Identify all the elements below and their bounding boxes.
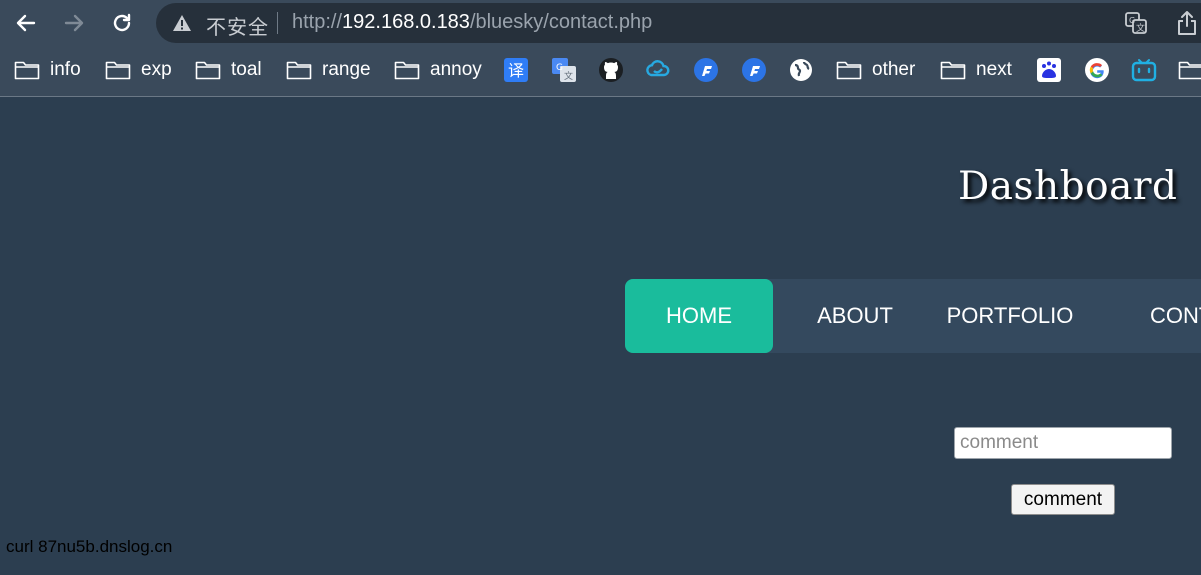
fofa-icon-2[interactable] (741, 57, 767, 83)
bookmark-folder-annoy[interactable]: annoy (394, 56, 482, 84)
folder-icon (940, 61, 966, 80)
url-text[interactable]: http://192.168.0.183/bluesky/contact.php (292, 11, 652, 34)
svg-text:文: 文 (564, 70, 573, 82)
bookmark-label: other (872, 59, 916, 80)
globe-icon[interactable] (788, 57, 814, 83)
url-scheme: http:// (292, 11, 343, 33)
bookmark-label: exp (141, 59, 172, 80)
bookmarks-bar: info exp toal range annoy 译 G文 other nex… (0, 46, 1201, 97)
bookmark-folder-toal[interactable]: toal (195, 56, 262, 84)
bookmark-folder-other[interactable]: other (836, 56, 915, 84)
url-host: 192.168.0.183 (342, 11, 470, 33)
address-divider (277, 12, 278, 34)
translate-bookmark-icon[interactable]: 译 (503, 57, 529, 83)
folder-icon (14, 61, 40, 80)
bookmark-folder-info[interactable]: info (14, 56, 81, 84)
folder-icon (195, 61, 221, 80)
bilibili-icon[interactable] (1131, 57, 1157, 83)
command-output-text: curl 87nu5b.dnslog.cn (6, 537, 173, 556)
reload-button[interactable] (107, 8, 137, 38)
github-icon[interactable] (598, 57, 624, 83)
translate-page-icon[interactable]: G文 (1124, 11, 1148, 40)
google-icon[interactable] (1084, 57, 1110, 83)
comment-submit-button[interactable]: comment (1011, 484, 1115, 515)
security-label[interactable]: 不安全 (206, 11, 269, 40)
fofa-icon[interactable] (693, 57, 719, 83)
share-icon[interactable] (1176, 10, 1198, 41)
google-translate-icon[interactable]: G文 (551, 57, 577, 83)
forward-button[interactable] (59, 8, 89, 38)
page-title: Dashboard (958, 164, 1178, 209)
bookmark-label: next (976, 59, 1012, 80)
svg-text:译: 译 (508, 61, 524, 80)
forward-arrow-icon (64, 14, 84, 32)
browser-toolbar: 不安全 http://192.168.0.183/bluesky/contact… (0, 0, 1201, 46)
address-bar[interactable]: 不安全 http://192.168.0.183/bluesky/contact… (156, 3, 1201, 43)
url-path: /bluesky/contact.php (469, 11, 653, 33)
main-nav: HOME ABOUT PORTFOLIO CONTACT (625, 279, 1201, 353)
svg-text:G: G (1129, 16, 1135, 25)
svg-text:G: G (556, 63, 563, 73)
folder-icon (105, 61, 131, 80)
bookmark-label: annoy (430, 59, 482, 80)
bookmark-folder-next[interactable]: next (940, 56, 1012, 84)
svg-text:文: 文 (1136, 22, 1145, 34)
nav-about[interactable]: ABOUT (795, 279, 915, 353)
back-arrow-icon (16, 14, 36, 32)
bookmark-label: info (50, 59, 81, 80)
bookmark-folder-exp[interactable]: exp (105, 56, 172, 84)
bookmark-folder-range[interactable]: range (286, 56, 371, 84)
nav-portfolio[interactable]: PORTFOLIO (931, 279, 1089, 353)
reload-icon (113, 13, 131, 32)
folder-icon (836, 61, 862, 80)
bookmark-label: range (322, 59, 371, 80)
nav-home[interactable]: HOME (625, 279, 773, 353)
back-button[interactable] (11, 8, 41, 38)
folder-icon (286, 61, 312, 80)
baidu-icon[interactable] (1036, 57, 1062, 83)
comment-input[interactable] (954, 427, 1172, 459)
bookmark-label: toal (231, 59, 262, 80)
cloud-icon[interactable] (645, 57, 671, 83)
warning-icon[interactable] (172, 14, 192, 37)
folder-icon (394, 61, 420, 80)
nav-contact[interactable]: CONTACT (1150, 279, 1201, 353)
more-bookmarks-folder-icon[interactable] (1178, 57, 1201, 83)
